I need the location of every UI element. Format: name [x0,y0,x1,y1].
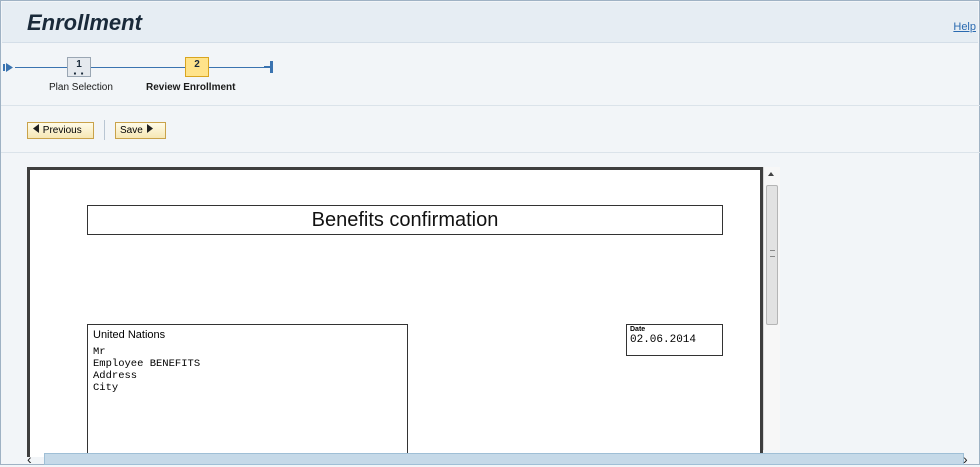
address-line: Address [93,370,138,382]
address-block: United Nations Mr Employee BENEFITS Addr… [87,324,408,457]
app-window: Enrollment Help 1 ▪ ▪ 2 Plan Selection R… [0,0,980,467]
roadmap-end-icon [264,61,273,73]
help-link[interactable]: Help [953,21,976,33]
document-title: Benefits confirmation [87,205,723,235]
vertical-scrollbar[interactable] [763,167,780,450]
roadmap-connector [209,67,265,68]
address-line: City [93,382,119,394]
address-line: Employee BENEFITS [93,358,201,370]
organization-name: United Nations [93,329,166,341]
previous-label: Previous [42,125,82,136]
address-line: Mr [93,346,106,358]
toolbar-separator [104,120,105,140]
scroll-up-icon[interactable] [768,172,774,176]
roadmap: 1 ▪ ▪ 2 Plan Selection Review Enrollment [1,43,980,106]
step-2-label[interactable]: Review Enrollment [146,82,235,93]
date-block: Date 02.06.2014 [626,324,723,356]
roadmap-start-icon [3,63,13,72]
document-viewer[interactable]: Benefits confirmation United Nations Mr … [27,167,763,457]
header: Enrollment Help [2,2,978,43]
horizontal-scroll-track[interactable] [44,453,964,465]
roadmap-connector [15,67,67,68]
roadmap-step-2[interactable]: 2 [185,57,209,77]
date-label: Date [630,326,646,333]
roadmap-connector [91,67,185,68]
save-button[interactable]: Save [115,122,166,139]
arrow-right-icon [146,124,153,133]
step-completed-icon: ▪ ▪ [73,69,85,78]
previous-button[interactable]: Previous [27,122,94,139]
step-1-label[interactable]: Plan Selection [49,82,113,93]
toolbar: Previous Save [1,106,980,153]
date-value: 02.06.2014 [630,334,697,346]
page-title: Enrollment [27,10,142,35]
grip-icon [770,250,775,257]
arrow-left-icon [33,124,39,133]
vertical-scroll-thumb[interactable] [766,185,778,325]
save-label: Save [120,125,143,136]
step-2-number: 2 [194,59,200,70]
roadmap-step-1[interactable]: 1 ▪ ▪ [67,57,91,78]
horizontal-scrollbar[interactable]: ‹ › [27,450,977,467]
